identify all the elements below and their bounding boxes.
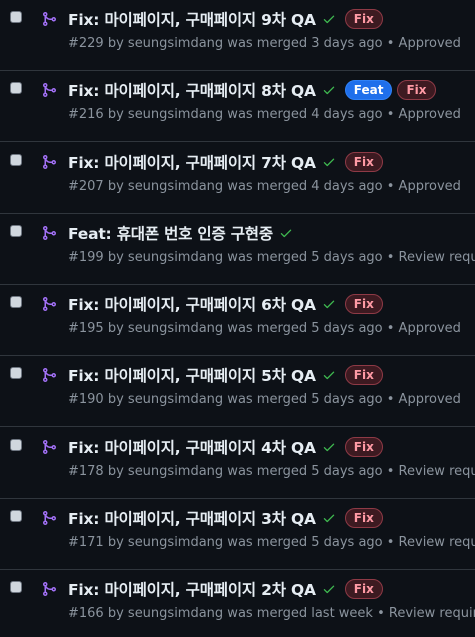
pull-request-title[interactable]: Fix: 마이페이지, 구매페이지 3차 QA bbox=[68, 507, 316, 529]
git-merge-icon bbox=[43, 12, 57, 26]
check-icon[interactable] bbox=[322, 582, 336, 596]
pull-request-title[interactable]: Feat: 휴대폰 번호 인증 구현중 bbox=[68, 222, 273, 244]
pull-request-title-line: Fix: 마이페이지, 구매페이지 9차 QA Fix bbox=[68, 7, 383, 31]
label-fix[interactable]: Fix bbox=[344, 151, 383, 172]
pull-request-title[interactable]: Fix: 마이페이지, 구매페이지 4차 QA bbox=[68, 436, 316, 458]
pull-request-title-line: Fix: 마이페이지, 구매페이지 6차 QA Fix bbox=[68, 292, 383, 316]
pull-request-title[interactable]: Fix: 마이페이지, 구매페이지 5차 QA bbox=[68, 364, 316, 386]
check-icon[interactable] bbox=[322, 83, 336, 97]
check-icon[interactable] bbox=[279, 226, 293, 240]
pull-request-row[interactable]: Fix: 마이페이지, 구매페이지 5차 QA Fix #190 by seungs… bbox=[0, 356, 475, 428]
select-checkbox[interactable] bbox=[10, 224, 22, 237]
check-icon[interactable] bbox=[322, 12, 336, 26]
pull-request-meta: #166 by seungsimdang was merged last wee… bbox=[68, 606, 475, 621]
select-checkbox[interactable] bbox=[10, 438, 22, 451]
git-merge-icon bbox=[43, 582, 57, 596]
git-merge-icon bbox=[43, 368, 57, 383]
check-icon[interactable] bbox=[322, 297, 336, 311]
check-icon[interactable] bbox=[322, 155, 336, 169]
git-merge-icon bbox=[43, 297, 57, 311]
pull-request-meta: #171 by seungsimdang was merged 5 days a… bbox=[68, 534, 475, 550]
pull-request-title[interactable]: Fix: 마이페이지, 구매페이지 9차 QA bbox=[68, 8, 316, 30]
check-icon[interactable] bbox=[322, 440, 336, 454]
pull-request-meta: #178 by seungsimdang was merged 5 days a… bbox=[68, 463, 475, 479]
pull-request-title-line: Fix: 마이페이지, 구매페이지 3차 QA Fix bbox=[68, 506, 383, 530]
pull-request-title-line: Fix: 마이페이지, 구매페이지 7차 QA Fix bbox=[68, 150, 383, 174]
pull-request-title-line: Fix: 마이페이지, 구매페이지 4차 QA Fix bbox=[68, 435, 383, 459]
label-fix[interactable]: Fix bbox=[344, 365, 383, 386]
pull-request-title-line: Fix: 마이페이지, 구매페이지 5차 QA Fix bbox=[68, 363, 383, 387]
git-merge-icon bbox=[43, 83, 57, 98]
pull-request-title-line: Feat: 휴대폰 번호 인증 구현중 bbox=[68, 221, 297, 245]
pull-request-title[interactable]: Fix: 마이페이지, 구매페이지 2차 QA bbox=[68, 578, 316, 600]
pull-request-list: Fix: 마이페이지, 구매페이지 9차 QA Fix #229 by seungs… bbox=[0, 0, 475, 637]
label-fix[interactable]: Fix bbox=[344, 579, 383, 599]
select-checkbox[interactable] bbox=[10, 367, 22, 380]
pull-request-meta: #195 by seungsimdang was merged 5 days a… bbox=[68, 321, 461, 336]
pull-request-meta: #207 by seungsimdang was merged 4 days a… bbox=[68, 178, 461, 194]
git-merge-icon bbox=[43, 154, 57, 169]
pull-request-row[interactable]: Fix: 마이페이지, 구매페이지 9차 QA Fix #229 by seungs… bbox=[0, 0, 475, 71]
pull-request-row[interactable]: Fix: 마이페이지, 구매페이지 4차 QA Fix #178 by seungs… bbox=[0, 428, 475, 499]
pull-request-title-line: Fix: 마이페이지, 구매페이지 8차 QA Feat Fix bbox=[68, 78, 436, 102]
select-checkbox[interactable] bbox=[10, 581, 22, 593]
check-icon[interactable] bbox=[322, 368, 336, 382]
git-merge-icon bbox=[43, 225, 57, 240]
check-icon[interactable] bbox=[322, 511, 336, 525]
pull-request-title[interactable]: Fix: 마이페이지, 구매페이지 7차 QA bbox=[68, 151, 316, 173]
pull-request-row[interactable]: Fix: 마이페이지, 구매페이지 3차 QA Fix #171 by seungs… bbox=[0, 499, 475, 570]
git-merge-icon bbox=[43, 439, 57, 454]
select-checkbox[interactable] bbox=[10, 82, 22, 95]
select-checkbox[interactable] bbox=[10, 153, 22, 166]
select-checkbox[interactable] bbox=[10, 11, 22, 23]
git-merge-icon bbox=[43, 510, 57, 525]
label-fix[interactable]: Fix bbox=[344, 9, 383, 29]
label-fix[interactable]: Fix bbox=[344, 507, 383, 528]
label-fix[interactable]: Fix bbox=[344, 436, 383, 457]
pull-request-row[interactable]: Fix: 마이페이지, 구매페이지 2차 QA Fix #166 by seungs… bbox=[0, 570, 475, 637]
pull-request-title[interactable]: Fix: 마이페이지, 구매페이지 8차 QA bbox=[68, 79, 316, 101]
pull-request-row[interactable]: Fix: 마이페이지, 구매페이지 6차 QA Fix #195 by seungs… bbox=[0, 285, 475, 356]
label-feat[interactable]: Feat bbox=[344, 80, 393, 101]
pull-request-meta: #199 by seungsimdang was merged 5 days a… bbox=[68, 249, 475, 265]
select-checkbox[interactable] bbox=[10, 509, 22, 522]
label-fix[interactable]: Fix bbox=[397, 80, 436, 101]
label-fix[interactable]: Fix bbox=[344, 294, 383, 314]
pull-request-meta: #216 by seungsimdang was merged 4 days a… bbox=[68, 107, 461, 123]
pull-request-title-line: Fix: 마이페이지, 구매페이지 2차 QA Fix bbox=[68, 577, 383, 601]
pull-request-row[interactable]: Fix: 마이페이지, 구매페이지 8차 QA Feat Fix #216 by se… bbox=[0, 71, 475, 143]
pull-request-meta: #229 by seungsimdang was merged 3 days a… bbox=[68, 36, 461, 51]
pull-request-row[interactable]: Feat: 휴대폰 번호 인증 구현중 #199 by seungsimdang … bbox=[0, 214, 475, 285]
pull-request-title[interactable]: Fix: 마이페이지, 구매페이지 6차 QA bbox=[68, 293, 316, 315]
pull-request-row[interactable]: Fix: 마이페이지, 구매페이지 7차 QA Fix #207 by seungs… bbox=[0, 143, 475, 214]
select-checkbox[interactable] bbox=[10, 296, 22, 308]
pull-request-meta: #190 by seungsimdang was merged 5 days a… bbox=[68, 392, 461, 408]
